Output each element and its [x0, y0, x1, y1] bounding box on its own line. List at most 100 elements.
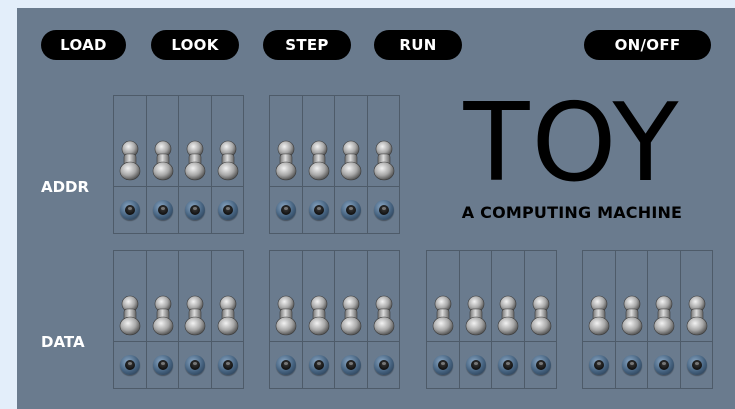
cell-divider — [302, 186, 334, 187]
addr-toggle-switch-icon[interactable] — [339, 139, 363, 181]
addr-toggle-switch-icon[interactable] — [183, 139, 207, 181]
led-icon — [313, 360, 324, 370]
addr-toggle-switch-icon[interactable] — [216, 139, 240, 181]
data-switch-group-2 — [269, 250, 400, 389]
cell-divider — [146, 186, 178, 187]
led-icon — [378, 360, 389, 370]
machine-title: TOY — [463, 81, 681, 206]
data-toggle-switch-icon[interactable] — [339, 294, 363, 336]
data-toggle-switch-icon[interactable] — [620, 294, 644, 336]
led-icon — [222, 205, 233, 215]
cell-divider — [335, 341, 367, 342]
addr-bit-cell — [270, 96, 303, 233]
data-toggle-switch-icon[interactable] — [118, 294, 142, 336]
addr-toggle-switch-icon[interactable] — [307, 139, 331, 181]
data-indicator-light-icon — [185, 355, 205, 375]
data-indicator-light-icon — [341, 355, 361, 375]
addr-switch-group-1 — [113, 95, 244, 234]
data-toggle-switch-icon[interactable] — [431, 294, 455, 336]
data-indicator-light-icon — [530, 355, 551, 375]
data-bit-cell — [524, 251, 556, 388]
data-toggle-switch-icon[interactable] — [307, 294, 331, 336]
addr-toggle-switch-icon[interactable] — [151, 139, 175, 181]
data-toggle-switch-icon[interactable] — [274, 294, 298, 336]
led-icon — [190, 205, 200, 215]
data-toggle-switch-icon[interactable] — [652, 294, 676, 336]
addr-indicator-light-icon — [217, 200, 238, 220]
data-label: DATA — [41, 333, 85, 351]
data-indicator-light-icon — [654, 355, 674, 375]
cell-divider — [179, 341, 211, 342]
data-switch-group-3 — [426, 250, 557, 389]
cell-divider — [459, 341, 491, 342]
data-toggle-switch-icon[interactable] — [464, 294, 488, 336]
cell-divider — [335, 186, 367, 187]
cell-divider — [270, 186, 302, 187]
addr-indicator-light-icon — [341, 200, 361, 220]
cell-divider — [680, 341, 712, 342]
data-indicator-light-icon — [308, 355, 329, 375]
cell-divider — [524, 341, 556, 342]
data-toggle-switch-icon[interactable] — [685, 294, 709, 336]
on-off-button[interactable]: ON/OFF — [584, 30, 711, 60]
data-bit-cell — [335, 251, 368, 388]
cell-divider — [648, 341, 680, 342]
data-toggle-switch-icon[interactable] — [183, 294, 207, 336]
data-bit-cell — [146, 251, 179, 388]
data-toggle-switch-icon[interactable] — [587, 294, 611, 336]
data-switch-group-1 — [113, 250, 244, 389]
data-toggle-switch-icon[interactable] — [151, 294, 175, 336]
addr-indicator-light-icon — [120, 200, 140, 220]
cell-divider — [211, 341, 243, 342]
look-button[interactable]: LOOK — [151, 30, 239, 60]
led-icon — [125, 360, 135, 370]
data-indicator-light-icon — [589, 355, 609, 375]
addr-toggle-switch-icon[interactable] — [118, 139, 142, 181]
cell-divider — [583, 341, 615, 342]
led-icon — [503, 360, 513, 370]
cell-divider — [179, 186, 211, 187]
data-toggle-switch-icon[interactable] — [216, 294, 240, 336]
data-indicator-light-icon — [276, 355, 296, 375]
data-indicator-light-icon — [498, 355, 518, 375]
addr-indicator-light-icon — [185, 200, 205, 220]
cell-divider — [427, 341, 459, 342]
addr-bit-cell — [367, 96, 399, 233]
data-toggle-switch-icon[interactable] — [496, 294, 520, 336]
cell-divider — [114, 341, 146, 342]
data-indicator-light-icon — [621, 355, 642, 375]
data-bit-cell — [492, 251, 525, 388]
led-icon — [691, 360, 702, 370]
addr-toggle-switch-icon[interactable] — [372, 139, 396, 181]
cell-divider — [270, 341, 302, 342]
run-button[interactable]: RUN — [374, 30, 462, 60]
led-icon — [222, 360, 233, 370]
led-icon — [157, 205, 168, 215]
data-bit-cell — [211, 251, 243, 388]
led-icon — [346, 205, 356, 215]
data-switch-group-4 — [582, 250, 713, 389]
led-icon — [346, 360, 356, 370]
data-bit-cell — [680, 251, 712, 388]
load-button[interactable]: LOAD — [41, 30, 126, 60]
led-icon — [438, 360, 448, 370]
addr-toggle-switch-icon[interactable] — [274, 139, 298, 181]
cell-divider — [367, 186, 399, 187]
data-toggle-switch-icon[interactable] — [529, 294, 553, 336]
step-button[interactable]: STEP — [263, 30, 351, 60]
data-bit-cell — [648, 251, 681, 388]
led-icon — [470, 360, 481, 370]
addr-label: ADDR — [41, 178, 90, 196]
cell-divider — [114, 186, 146, 187]
data-bit-cell — [615, 251, 648, 388]
data-indicator-light-icon — [465, 355, 486, 375]
led-icon — [535, 360, 546, 370]
addr-indicator-light-icon — [152, 200, 173, 220]
data-bit-cell — [367, 251, 399, 388]
cell-divider — [302, 341, 334, 342]
cell-divider — [492, 341, 524, 342]
machine-subtitle: A COMPUTING MACHINE — [461, 203, 683, 222]
data-bit-cell — [270, 251, 303, 388]
addr-bit-cell — [302, 96, 335, 233]
data-toggle-switch-icon[interactable] — [372, 294, 396, 336]
